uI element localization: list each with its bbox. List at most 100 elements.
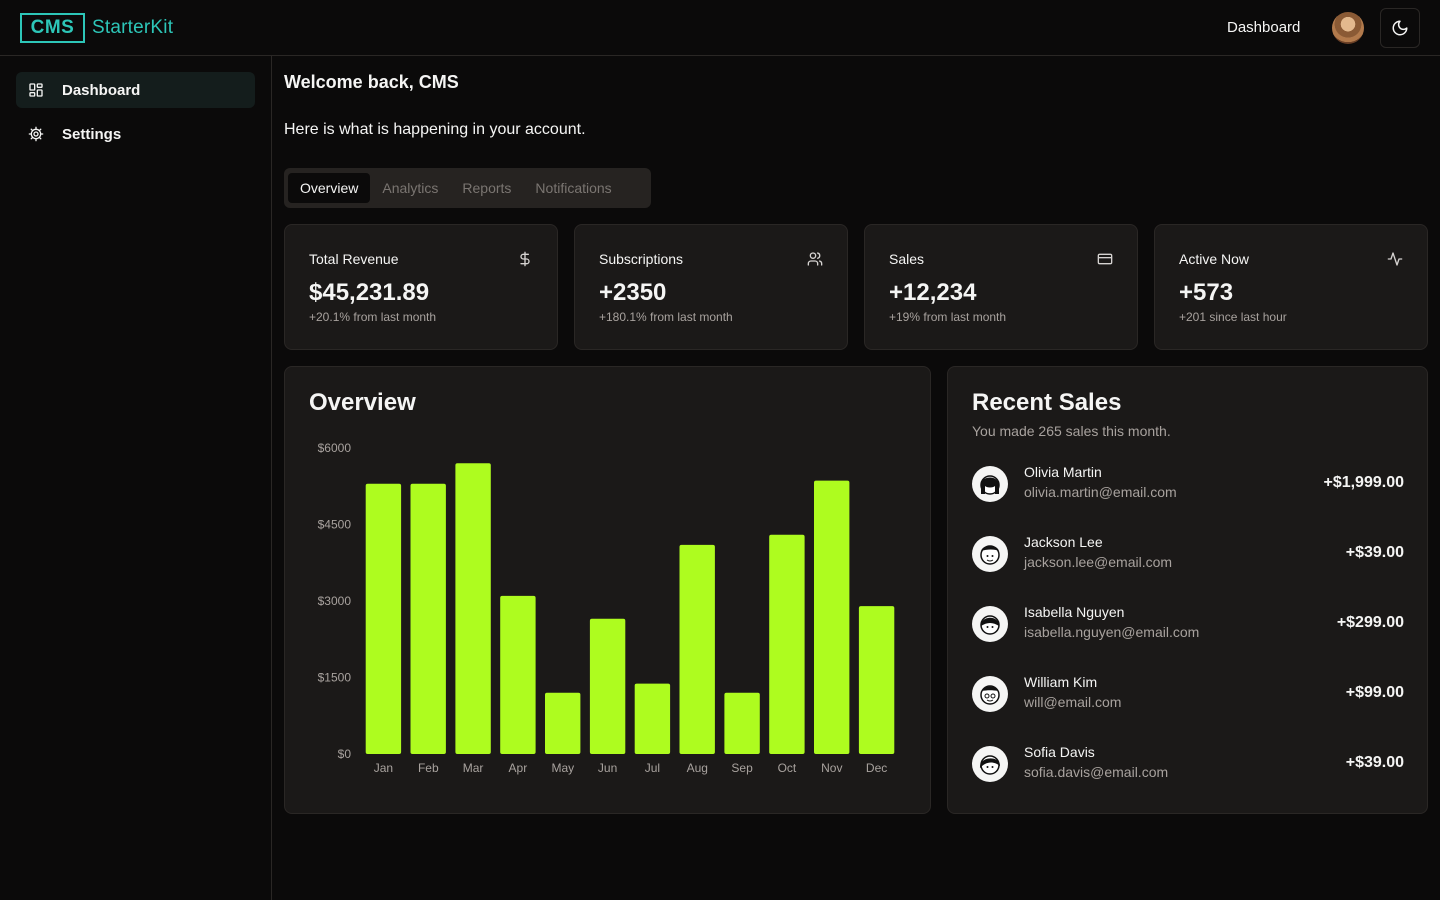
stat-card-total-revenue: Total Revenue $45,231.89 +20.1% from las… — [284, 224, 558, 350]
list-item[interactable]: Olivia Martin olivia.martin@email.com +$… — [972, 464, 1404, 504]
overview-title: Overview — [309, 389, 416, 416]
stat-value: +573 — [1179, 279, 1234, 306]
avatar — [972, 606, 1008, 642]
y-tick-label: $3000 — [318, 594, 352, 608]
tab-analytics[interactable]: Analytics — [370, 173, 450, 203]
stat-change: +20.1% from last month — [309, 310, 437, 324]
customer-email: will@email.com — [1024, 694, 1122, 710]
stat-title: Active Now — [1179, 251, 1250, 267]
page-subtitle: Here is what is happening in your accoun… — [284, 121, 586, 138]
tab-overview[interactable]: Overview — [288, 173, 371, 203]
logo-text: StarterKit — [92, 17, 174, 38]
bar-jun[interactable] — [589, 618, 626, 754]
avatar — [972, 536, 1008, 572]
sale-amount: +$299.00 — [1336, 614, 1404, 631]
logo[interactable]: CMS StarterKit — [20, 13, 173, 43]
x-tick-label: May — [551, 761, 574, 775]
customer-email: sofia.davis@email.com — [1024, 764, 1169, 780]
credit-card-icon — [1097, 253, 1113, 265]
avatar — [972, 676, 1008, 712]
customer-name: William Kim — [1024, 674, 1098, 690]
bar-dec[interactable] — [858, 606, 895, 754]
recent-sales-title: Recent Sales — [972, 389, 1122, 416]
sidebar-item-label: Dashboard — [62, 81, 141, 99]
sidebar: Dashboard Settings — [0, 56, 272, 900]
x-tick-label: Feb — [418, 761, 439, 775]
y-tick-label: $1500 — [318, 671, 352, 685]
stat-change: +180.1% from last month — [599, 310, 733, 324]
x-tick-label: Oct — [778, 761, 797, 775]
stat-card-sales: Sales +12,234 +19% from last month — [864, 224, 1138, 350]
bar-mar[interactable] — [455, 463, 491, 754]
stat-value: $45,231.89 — [309, 279, 430, 306]
sidebar-item-dashboard[interactable]: Dashboard — [16, 72, 255, 108]
customer-email: jackson.lee@email.com — [1024, 554, 1173, 570]
stat-title: Sales — [889, 251, 925, 267]
bar-jan[interactable] — [365, 483, 402, 754]
x-tick-label: Jul — [645, 761, 660, 775]
stat-value: +2350 — [599, 279, 667, 306]
x-tick-label: Apr — [509, 761, 528, 775]
x-tick-label: Dec — [866, 761, 887, 775]
layout-grid-icon — [28, 82, 44, 98]
moon-icon — [1392, 20, 1408, 36]
bar-oct[interactable] — [769, 534, 805, 754]
tab-list: Overview Analytics Reports Notifications — [284, 168, 651, 208]
user-avatar[interactable] — [1332, 12, 1364, 44]
recent-sales-subtitle: You made 265 sales this month. — [972, 423, 1171, 439]
bar-jul[interactable] — [634, 683, 671, 754]
customer-email: olivia.martin@email.com — [1024, 484, 1177, 500]
bar-aug[interactable] — [679, 544, 715, 754]
bar-may[interactable] — [545, 692, 581, 754]
sidebar-item-label: Settings — [62, 125, 122, 143]
list-item[interactable]: Isabella Nguyen isabella.nguyen@email.co… — [972, 604, 1404, 644]
gear-icon — [28, 126, 44, 142]
customer-name: Olivia Martin — [1024, 464, 1102, 480]
dollar-icon — [520, 251, 530, 267]
sale-amount: +$1,999.00 — [1323, 474, 1404, 491]
list-item[interactable]: Sofia Davis sofia.davis@email.com +$39.0… — [972, 744, 1404, 784]
recent-sales-panel: Recent Sales You made 265 sales this mon… — [947, 366, 1428, 814]
stat-card-active-now: Active Now +573 +201 since last hour — [1154, 224, 1428, 350]
x-tick-label: Jun — [598, 761, 617, 775]
bar-feb[interactable] — [410, 483, 446, 754]
top-bar: CMS StarterKit Dashboard — [0, 0, 1440, 56]
customer-name: Sofia Davis — [1024, 744, 1095, 760]
y-tick-label: $0 — [338, 747, 352, 761]
sidebar-item-settings[interactable]: Settings — [16, 116, 255, 152]
x-tick-label: Sep — [731, 761, 753, 775]
sale-amount: +$39.00 — [1345, 544, 1404, 561]
list-item[interactable]: William Kim will@email.com +$99.00 — [972, 674, 1404, 714]
avatar — [972, 746, 1008, 782]
stat-title: Subscriptions — [599, 251, 684, 267]
list-item[interactable]: Jackson Lee jackson.lee@email.com +$39.0… — [972, 534, 1404, 574]
tab-notifications[interactable]: Notifications — [523, 173, 623, 203]
avatar — [972, 466, 1008, 502]
customer-name: Jackson Lee — [1024, 534, 1103, 550]
bar-sep[interactable] — [724, 692, 760, 754]
tab-reports[interactable]: Reports — [450, 173, 523, 203]
customer-email: isabella.nguyen@email.com — [1024, 624, 1200, 640]
activity-icon — [1387, 252, 1403, 266]
stat-value: +12,234 — [889, 279, 977, 306]
nav-link-dashboard[interactable]: Dashboard — [1227, 19, 1300, 36]
x-tick-label: Aug — [687, 761, 708, 775]
bar-nov[interactable] — [814, 480, 850, 754]
x-tick-label: Mar — [463, 761, 484, 775]
page-title: Welcome back, CMS — [284, 72, 459, 92]
stat-title: Total Revenue — [309, 251, 399, 267]
overview-panel: $0 $1500 $3000 $4500 $6000 Jan Feb Mar Apr May Jun… — [284, 366, 931, 814]
y-tick-label: $4500 — [318, 518, 352, 532]
users-icon — [807, 252, 823, 266]
stat-card-subscriptions: Subscriptions +2350 +180.1% from last mo… — [574, 224, 848, 350]
customer-name: Isabella Nguyen — [1024, 604, 1125, 620]
stat-change: +19% from last month — [889, 310, 1007, 324]
sale-amount: +$99.00 — [1345, 684, 1404, 701]
overview-bar-chart: $0 $1500 $3000 $4500 $6000 Jan Feb Mar Apr May Jun… — [318, 441, 895, 775]
bar-apr[interactable] — [500, 595, 536, 754]
y-tick-label: $6000 — [318, 441, 352, 455]
logo-box: CMS — [20, 13, 85, 43]
x-tick-label: Jan — [374, 761, 393, 775]
theme-toggle-button[interactable] — [1380, 8, 1420, 48]
stat-change: +201 since last hour — [1179, 310, 1287, 324]
